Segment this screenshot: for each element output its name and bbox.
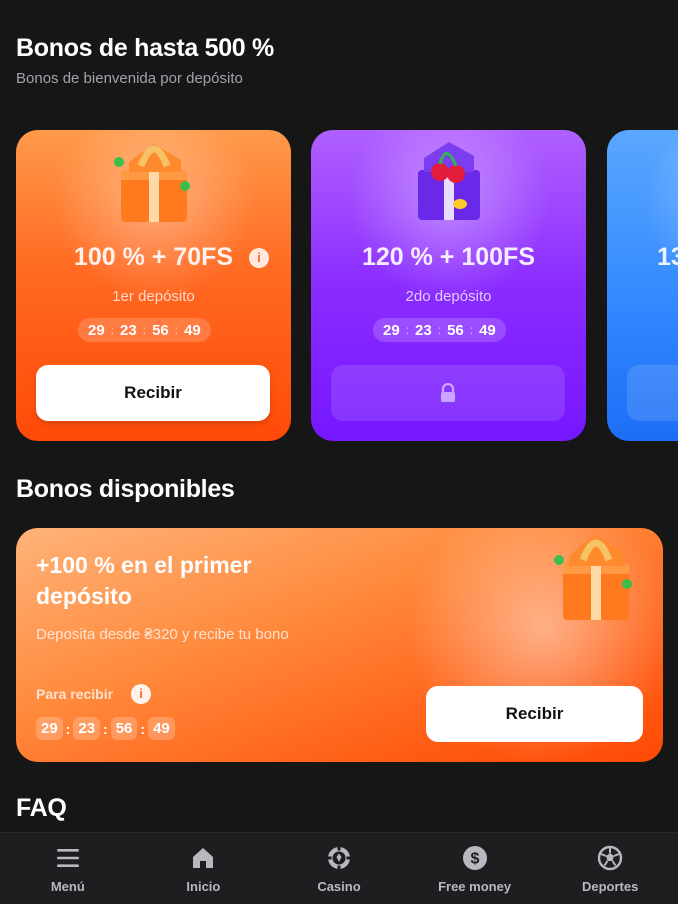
bonus-amount: 13 [657, 243, 678, 271]
bottom-navigation: Menú Inicio Casino $ Free money Deportes [0, 832, 678, 904]
timer-separator: : [65, 720, 71, 737]
nav-item-home[interactable]: Inicio [136, 833, 272, 904]
nav-item-free-money[interactable]: $ Free money [407, 833, 543, 904]
bonus-amount: 120 % + 100FS [361, 243, 536, 271]
timer-hours: 23 [120, 321, 137, 339]
nav-item-casino[interactable]: Casino [271, 833, 407, 904]
nav-label: Casino [317, 879, 361, 894]
banner-title: +100 % en el primer depósito [36, 552, 252, 609]
timer-minutes: 56 [152, 321, 169, 339]
gift-box-icon [113, 144, 190, 222]
nav-label: Free money [438, 879, 512, 894]
receive-button[interactable]: Recibir [426, 686, 643, 742]
timer-separator: : [142, 323, 147, 337]
gift-box-cherry-icon [417, 142, 480, 220]
dollar-coin-icon: $ [462, 846, 487, 870]
timer-seconds: 49 [184, 321, 201, 339]
nav-label: Deportes [581, 879, 639, 894]
bonus-carousel[interactable]: 100 % + 70FS i 1er depósito 29 : 23 : 56… [16, 130, 678, 442]
deposit-label: 1er depósito [112, 288, 195, 305]
svg-text:$: $ [470, 851, 479, 868]
timer-separator: : [469, 323, 474, 337]
locked-button[interactable] [331, 365, 565, 421]
lock-icon [441, 383, 455, 402]
timer-days: 29 [383, 321, 400, 339]
banner-description: Deposita desde ₴320 y recibe tu bono [36, 626, 289, 643]
countdown-timer: 29 : 23 : 56 : 49 [373, 318, 506, 342]
timer-separator: : [405, 323, 410, 337]
bonus-card-first-deposit[interactable]: 100 % + 70FS i 1er depósito 29 : 23 : 56… [16, 130, 291, 441]
timer-separator: : [174, 323, 179, 337]
info-icon[interactable]: i [131, 684, 151, 704]
first-deposit-banner: +100 % en el primer depósito Deposita de… [16, 528, 663, 762]
countdown-timer: 29 : 23 : 56 : 49 [36, 717, 175, 740]
timer-minutes: 56 [110, 717, 138, 740]
casino-chip-icon [327, 846, 351, 870]
timer-separator: : [437, 323, 442, 337]
timer-days: 29 [36, 717, 63, 740]
bonus-card-second-deposit[interactable]: 120 % + 100FS 2do depósito 29 : 23 : 56 … [311, 130, 586, 441]
menu-icon [56, 849, 79, 867]
timer-separator: : [140, 720, 146, 737]
timer-hours: 23 [73, 717, 101, 740]
card-glow [634, 130, 678, 310]
nav-item-sports[interactable]: Deportes [542, 833, 678, 904]
faq-title: FAQ [16, 794, 67, 822]
timer-hours: 23 [415, 321, 432, 339]
available-bonuses-title: Bonos disponibles [16, 475, 235, 503]
deposit-label: 2do depósito [405, 288, 492, 305]
page-title: Bonos de hasta 500 % [16, 34, 274, 62]
soccer-ball-icon [597, 845, 623, 871]
gift-box-icon [554, 534, 632, 620]
timer-separator: : [103, 720, 108, 737]
home-icon [193, 848, 214, 868]
timer-seconds: 49 [148, 717, 175, 740]
timer-days: 29 [88, 321, 105, 339]
info-icon[interactable]: i [249, 248, 269, 268]
nav-label: Menú [50, 879, 85, 894]
page-subtitle: Bonos de bienvenida por depósito [16, 70, 243, 87]
timer-separator: : [110, 323, 115, 337]
locked-button[interactable] [627, 365, 678, 421]
receive-button[interactable]: Recibir [36, 365, 270, 421]
timer-minutes: 56 [447, 321, 464, 339]
receive-label: Para recibir [36, 686, 114, 702]
nav-item-menu[interactable]: Menú [0, 833, 136, 904]
countdown-timer: 29 : 23 : 56 : 49 [78, 318, 211, 342]
bonus-card-third-deposit[interactable]: 13 [607, 130, 678, 441]
timer-seconds: 49 [479, 321, 496, 339]
nav-label: Inicio [186, 879, 221, 894]
